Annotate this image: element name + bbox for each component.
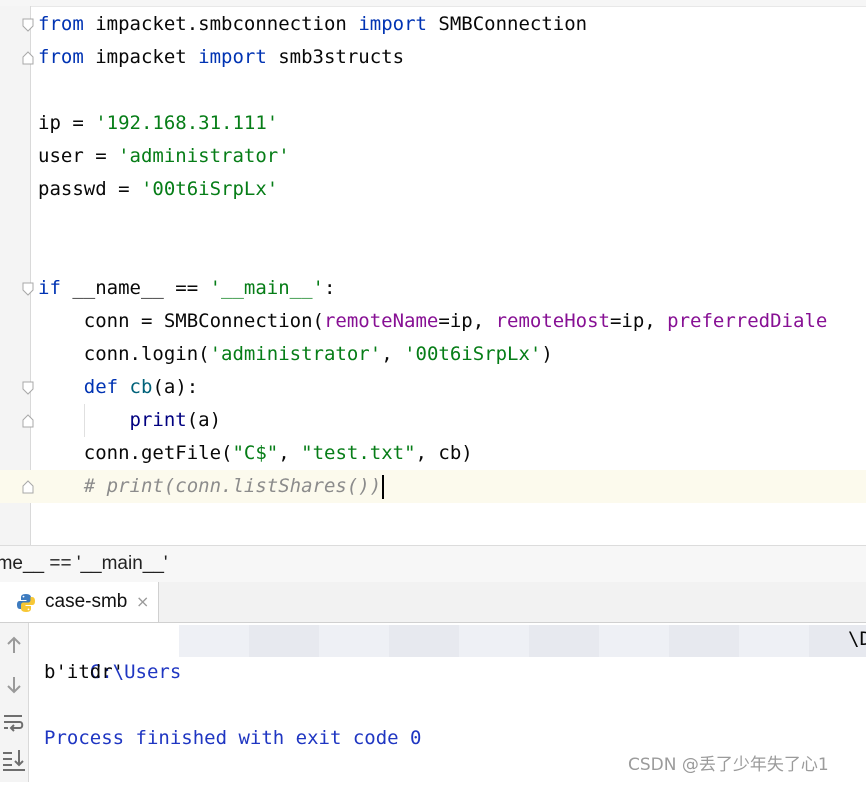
code-line[interactable]: passwd = '00t6iSrpLx' [38,173,278,206]
code-token: ip = [38,112,96,134]
code-token: print [129,409,187,431]
code-token: smb3structs [266,46,405,68]
code-token: remoteHost [495,310,610,332]
run-tab-label: case-smb [45,591,128,612]
code-line[interactable]: conn.getFile("C$", "test.txt", cb) [38,437,473,470]
code-line[interactable]: conn = SMBConnection(remoteName=ip, remo… [38,305,828,338]
code-token: '00t6iSrpLx' [404,343,542,365]
code-token: (a): [152,376,199,398]
console-path-tail: \D [848,628,866,650]
code-token: 'administrator' [118,145,290,167]
fold-open-icon[interactable] [22,282,34,296]
code-token: (a) [186,409,222,431]
code-token: __name__ == [60,277,210,299]
code-token: preferredDiale [667,310,828,332]
code-line[interactable]: ip = '192.168.31.111' [38,107,278,140]
fold-open-icon[interactable] [22,381,34,395]
editor-top-border [0,0,866,7]
console-path-line: C:\Users \D [44,623,866,683]
code-token: '__main__' [209,277,324,299]
code-token: , cb) [415,442,473,464]
code-token: '00t6iSrpLx' [140,178,279,200]
console-exit-message: Process finished with exit code 0 [44,727,422,749]
code-line[interactable]: print(a) [38,404,222,437]
code-token: ) [541,343,553,365]
fold-open-icon[interactable] [22,18,34,32]
breadcrumb-text[interactable]: ame__ == '__main__' [0,546,168,582]
code-line[interactable]: user = 'administrator' [38,140,290,173]
code-token: user = [38,145,119,167]
arrow-up-icon[interactable] [0,631,28,659]
code-token: remoteName [323,310,439,332]
text-caret [382,474,385,499]
code-token: from [38,46,84,68]
code-editor[interactable]: from impacket.smbconnection import SMBCo… [0,0,866,545]
code-line[interactable]: from impacket.smbconnection import SMBCo… [38,8,587,41]
code-token: impacket.smbconnection [83,13,359,35]
code-token: , [381,343,405,365]
code-token: def [83,376,119,398]
fold-close-icon[interactable] [22,51,34,65]
code-token: impacket [83,46,199,68]
code-token: conn = SMBConnection( [38,310,324,332]
code-token: # print(conn.listShares()) [83,475,382,497]
editor-gutter [0,6,31,545]
code-line[interactable]: from impacket import smb3structs [38,41,404,74]
soft-wrap-icon[interactable] [0,709,28,737]
code-token: 'administrator' [209,343,382,365]
code-token: from [38,13,84,35]
fold-close-icon[interactable] [22,480,34,494]
console-output-line: b'itdr' [44,661,125,683]
code-token: =ip, [438,310,496,332]
scroll-to-end-icon[interactable] [0,745,28,773]
close-icon[interactable]: × [136,582,149,622]
code-token: passwd = [38,178,141,200]
code-line[interactable]: # print(conn.listShares()) [38,470,385,503]
code-token: if [38,277,61,299]
code-line[interactable]: conn.login('administrator', '00t6iSrpLx'… [38,338,553,371]
python-icon [17,594,35,612]
breadcrumb[interactable]: ame__ == '__main__' [0,545,866,583]
code-token: cb [129,376,153,398]
code-token: , [278,442,302,464]
code-token: conn.getFile( [38,442,233,464]
code-token: import [198,46,267,68]
code-token: SMBConnection [426,13,588,35]
code-line[interactable]: def cb(a): [38,371,198,404]
code-token: : [324,277,336,299]
run-tool-window-tabs: case-smb × [0,582,866,623]
code-token: "C$" [232,442,279,464]
arrow-down-icon[interactable] [0,671,28,699]
code-token: "test.txt" [301,442,416,464]
console-toolbar [0,623,29,782]
code-line[interactable]: if __name__ == '__main__': [38,272,335,305]
code-token: =ip, [609,310,668,332]
code-token: conn.login( [38,343,210,365]
run-tab-case-smb[interactable]: case-smb × [0,582,159,622]
code-token: import [358,13,427,35]
redacted-region [179,625,866,657]
code-token: '192.168.31.111' [95,112,279,134]
fold-close-icon[interactable] [22,414,34,428]
watermark: CSDN @丢了少年失了心1 [628,755,829,775]
